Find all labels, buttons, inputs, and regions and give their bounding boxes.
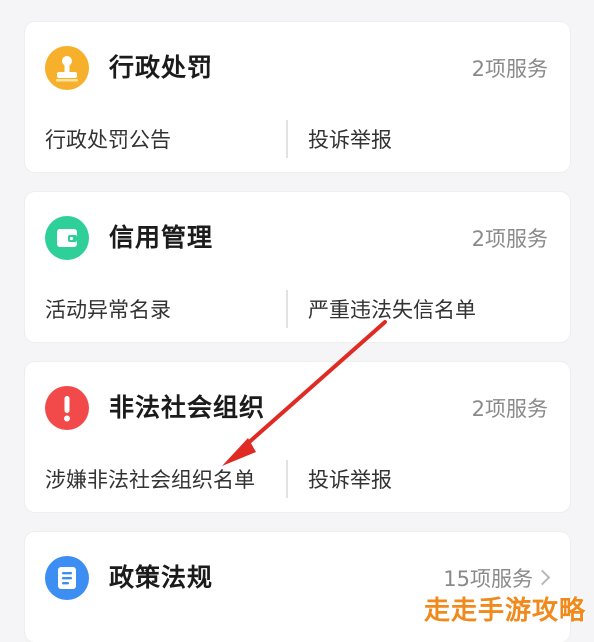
card-links: 涉嫌非法社会组织名单 投诉举报 — [25, 460, 570, 500]
card-administrative-penalty: 行政处罚 2项服务 行政处罚公告 投诉举报 — [25, 22, 570, 172]
link-suspected-illegal-org-list[interactable]: 涉嫌非法社会组织名单 — [45, 464, 255, 496]
divider — [286, 460, 288, 498]
card-title: 政策法规 — [109, 563, 214, 592]
card-illegal-social-organizations: 非法社会组织 2项服务 涉嫌非法社会组织名单 投诉举报 — [25, 362, 570, 512]
link-complaint-report[interactable]: 投诉举报 — [308, 464, 392, 496]
exclamation-icon — [45, 386, 89, 430]
card-links: 行政处罚公告 投诉举报 — [25, 120, 570, 160]
wallet-icon — [45, 216, 89, 260]
card-links: 活动异常名录 严重违法失信名单 — [25, 290, 570, 330]
divider — [286, 120, 288, 158]
service-count-text: 15项服务 — [443, 567, 533, 591]
document-icon — [45, 556, 89, 600]
link-serious-dishonesty-list[interactable]: 严重违法失信名单 — [308, 294, 476, 326]
chevron-right-icon — [534, 569, 551, 586]
link-complaint-report[interactable]: 投诉举报 — [308, 124, 392, 156]
divider — [286, 290, 288, 328]
service-count: 2项服务 — [471, 57, 548, 81]
card-title: 行政处罚 — [109, 53, 214, 82]
service-count: 2项服务 — [471, 227, 548, 251]
card-credit-management: 信用管理 2项服务 活动异常名录 严重违法失信名单 — [25, 192, 570, 342]
watermark: 走走手游攻略 — [423, 596, 586, 626]
card-header-illegal-social-organizations[interactable]: 非法社会组织 2项服务 — [25, 362, 570, 454]
card-header-administrative-penalty[interactable]: 行政处罚 2项服务 — [25, 22, 570, 114]
card-header-credit-management[interactable]: 信用管理 2项服务 — [25, 192, 570, 284]
card-title: 信用管理 — [109, 223, 214, 252]
link-abnormal-activity-list[interactable]: 活动异常名录 — [45, 294, 171, 326]
stamp-icon — [45, 46, 89, 90]
card-title: 非法社会组织 — [109, 393, 266, 422]
link-penalty-announcement[interactable]: 行政处罚公告 — [45, 124, 171, 156]
service-count: 2项服务 — [471, 397, 548, 421]
